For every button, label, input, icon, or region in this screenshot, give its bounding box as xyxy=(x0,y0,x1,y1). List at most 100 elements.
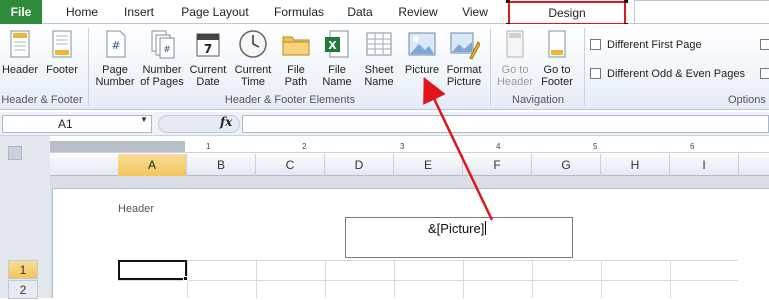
number-of-pages-icon: # xyxy=(151,30,175,59)
file-name-label-1: File xyxy=(328,64,346,76)
page-number-label-2: Number xyxy=(95,76,135,88)
current-date-label-2: Date xyxy=(196,76,220,88)
different-odd-even-checkbox[interactable] xyxy=(590,68,601,79)
option-checkbox-partial[interactable] xyxy=(760,67,769,81)
tab-data[interactable]: Data xyxy=(338,0,382,24)
tab-review[interactable]: Review xyxy=(392,0,444,24)
picture-label: Picture xyxy=(404,64,440,76)
option-checkbox-partial[interactable] xyxy=(760,38,769,52)
current-date-button[interactable]: 7 Current Date xyxy=(186,28,230,88)
group-separator xyxy=(490,28,491,106)
ruler-number: 3 xyxy=(400,142,405,151)
row-headers: 1 2 xyxy=(0,260,42,299)
tab-view[interactable]: View xyxy=(452,0,498,24)
different-odd-even-label: Different Odd & Even Pages xyxy=(607,68,745,80)
insert-function-button[interactable]: fx xyxy=(220,115,232,129)
column-header-g[interactable]: G xyxy=(532,154,601,176)
format-picture-button[interactable]: Format Picture xyxy=(442,28,486,88)
header-button[interactable]: Header xyxy=(0,28,42,76)
chevron-down-icon[interactable]: ▼ xyxy=(140,115,148,124)
header-button-label: Header xyxy=(1,64,39,76)
column-header-a[interactable]: A xyxy=(118,154,187,176)
page-number-button[interactable]: # Page Number xyxy=(92,28,138,88)
gridline xyxy=(118,260,738,261)
tab-page-layout[interactable]: Page Layout xyxy=(176,0,254,24)
header-icon xyxy=(10,30,30,58)
tab-file[interactable]: File xyxy=(0,0,42,24)
go-to-header-label-1: Go to xyxy=(501,64,529,76)
ribbon: Header Footer Header & Footer # Page Num… xyxy=(0,24,769,110)
column-header-d[interactable]: D xyxy=(325,154,394,176)
column-header-b[interactable]: B xyxy=(187,154,256,176)
current-date-label-1: Current xyxy=(189,64,227,76)
page-number-label-1: Page xyxy=(102,64,128,76)
picture-field-code: &[Picture] xyxy=(428,221,485,236)
sheet-name-button[interactable]: Sheet Name xyxy=(358,28,400,88)
row-header-1[interactable]: 1 xyxy=(8,260,38,279)
current-time-button[interactable]: Current Time xyxy=(230,28,276,88)
ruler-number: 6 xyxy=(690,142,695,151)
svg-text:#: # xyxy=(163,45,171,55)
go-to-header-button[interactable]: Go to Header xyxy=(494,28,536,88)
tab-home[interactable]: Home xyxy=(56,0,108,24)
svg-text:X: X xyxy=(328,39,337,52)
go-to-footer-label-2: Footer xyxy=(541,76,573,88)
go-to-header-label-2: Header xyxy=(496,76,534,88)
number-of-pages-label-2: of Pages xyxy=(140,76,184,88)
sheet-name-label-1: Sheet xyxy=(364,64,394,76)
excel-file-icon: X xyxy=(325,30,349,58)
svg-text:7: 7 xyxy=(204,42,212,56)
column-header-f[interactable]: F xyxy=(463,154,532,176)
different-odd-even-option[interactable]: Different Odd & Even Pages xyxy=(590,67,745,81)
header-area-label: Header xyxy=(118,203,155,215)
current-time-label-2: Time xyxy=(240,76,266,88)
ruler-number: 4 xyxy=(496,142,501,151)
name-box[interactable]: A1 xyxy=(2,115,152,133)
tab-formulas[interactable]: Formulas xyxy=(266,0,332,24)
file-path-button[interactable]: File Path xyxy=(276,28,316,88)
sheet-name-label-2: Name xyxy=(364,76,394,88)
ruler-number: 1 xyxy=(206,142,211,151)
gridline xyxy=(532,260,533,298)
different-first-page-label: Different First Page xyxy=(607,39,702,51)
partial-checkbox[interactable] xyxy=(760,68,769,79)
page-number-icon: # xyxy=(106,30,126,58)
ruler-toggle-button[interactable] xyxy=(8,146,22,160)
go-to-footer-icon xyxy=(548,30,566,58)
column-header-c[interactable]: C xyxy=(256,154,325,176)
footer-button[interactable]: Footer xyxy=(42,28,82,76)
format-picture-label-1: Format xyxy=(446,64,482,76)
tab-insert[interactable]: Insert xyxy=(114,0,164,24)
different-first-page-option[interactable]: Different First Page xyxy=(590,38,702,52)
column-header-i[interactable]: I xyxy=(670,154,739,176)
group-label-navigation: Navigation xyxy=(512,94,564,106)
format-picture-label-2: Picture xyxy=(446,76,482,88)
center-header-section[interactable]: &[Picture] xyxy=(345,217,573,258)
number-of-pages-button[interactable]: # Number of Pages xyxy=(138,28,186,88)
group-separator xyxy=(88,28,89,106)
formula-input[interactable] xyxy=(242,115,769,133)
column-header-h[interactable]: H xyxy=(601,154,670,176)
file-path-label-2: Path xyxy=(284,76,308,88)
selected-cell-a1[interactable] xyxy=(118,260,187,280)
column-header-e[interactable]: E xyxy=(394,154,463,176)
cell-grid[interactable] xyxy=(118,260,738,298)
file-name-button[interactable]: X File Name xyxy=(316,28,358,88)
sheet-grid-icon xyxy=(366,32,392,56)
format-picture-icon xyxy=(450,32,480,60)
ruler-number: 2 xyxy=(302,142,307,151)
partial-checkbox[interactable] xyxy=(760,39,769,50)
file-path-label-1: File xyxy=(287,64,305,76)
different-first-page-checkbox[interactable] xyxy=(590,39,601,50)
number-of-pages-label-1: Number xyxy=(142,64,182,76)
current-time-label-1: Current xyxy=(234,64,272,76)
gridline xyxy=(601,260,602,298)
gridline xyxy=(325,260,326,298)
ruler-number: 5 xyxy=(593,142,598,151)
tab-design[interactable]: Design xyxy=(510,3,624,23)
footer-button-label: Footer xyxy=(46,64,78,76)
go-to-footer-button[interactable]: Go to Footer xyxy=(536,28,578,88)
fill-handle[interactable] xyxy=(183,276,188,281)
row-header-2[interactable]: 2 xyxy=(8,280,38,299)
picture-button[interactable]: Picture xyxy=(400,28,444,76)
